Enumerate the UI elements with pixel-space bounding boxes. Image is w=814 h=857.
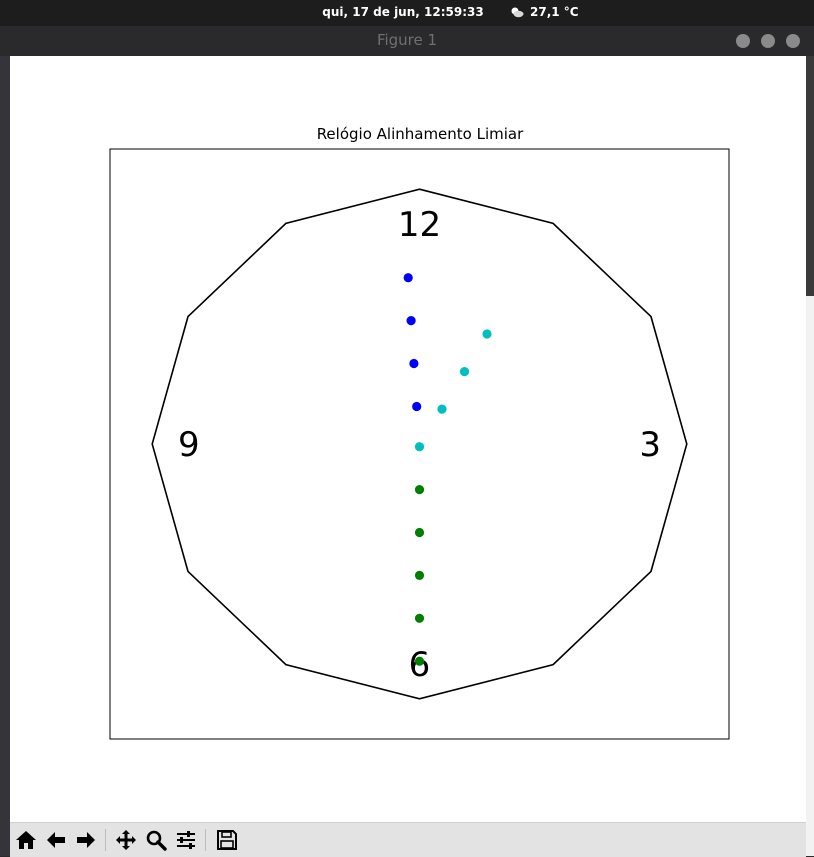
data-point-series-1-0: [414, 442, 425, 452]
data-point-series-1-1: [437, 404, 447, 414]
data-point-series-2-4: [414, 656, 425, 666]
zoom-icon: [146, 830, 167, 851]
data-point-series-2-3: [414, 613, 425, 623]
data-point-series-1-3: [482, 329, 492, 339]
data-point-series-0-2: [409, 358, 419, 369]
subplots-icon: [177, 831, 195, 849]
hour-label-9: 9: [178, 425, 200, 465]
pan-icon: [116, 830, 136, 850]
toolbar-separator: [105, 829, 106, 851]
data-point-series-2-1: [414, 527, 425, 538]
temperature-label: 27,1 °C: [530, 5, 579, 19]
background-window-left: [0, 56, 10, 856]
window-title: Figure 1: [376, 31, 438, 49]
data-point-series-2-0: [414, 485, 425, 495]
close-button[interactable]: [786, 34, 800, 48]
save-button[interactable]: [214, 827, 240, 853]
back-button[interactable]: [43, 827, 69, 853]
maximize-button[interactable]: [761, 34, 775, 48]
home-icon: [16, 831, 36, 849]
data-point-series-2-2: [414, 570, 425, 581]
configure-subplots-button[interactable]: [173, 827, 199, 853]
zoom-button[interactable]: [143, 827, 169, 853]
data-point-series-1-2: [459, 367, 470, 377]
data-point-series-0-3: [412, 401, 422, 412]
system-clock[interactable]: qui, 17 de jun, 12:59:33: [0, 5, 814, 19]
window-title-bar[interactable]: Figure 1: [0, 26, 814, 56]
save-icon: [217, 830, 237, 850]
pan-button[interactable]: [113, 827, 139, 853]
forward-arrow-icon: [77, 832, 95, 848]
clock-plot: Relógio Alinhamento Limiar 12369: [109, 125, 730, 740]
home-button[interactable]: [13, 827, 39, 853]
system-top-bar: qui, 17 de jun, 12:59:33 27,1 °C: [0, 0, 814, 26]
partly-cloudy-icon: [511, 7, 524, 18]
minimize-button[interactable]: [736, 34, 750, 48]
data-point-series-0-0: [403, 273, 413, 283]
back-arrow-icon: [47, 832, 65, 848]
forward-button[interactable]: [73, 827, 99, 853]
weather-indicator[interactable]: 27,1 °C: [510, 5, 579, 19]
figure-canvas[interactable]: Relógio Alinhamento Limiar 12369: [10, 56, 806, 822]
navigation-toolbar: [10, 822, 806, 857]
hour-label-12: 12: [398, 205, 441, 245]
data-points: [403, 273, 492, 666]
toolbar-separator: [205, 829, 206, 851]
hour-label-3: 3: [639, 425, 661, 465]
data-point-series-0-1: [406, 316, 416, 326]
chart-title: Relógio Alinhamento Limiar: [317, 125, 524, 143]
background-window-right: [806, 56, 814, 856]
